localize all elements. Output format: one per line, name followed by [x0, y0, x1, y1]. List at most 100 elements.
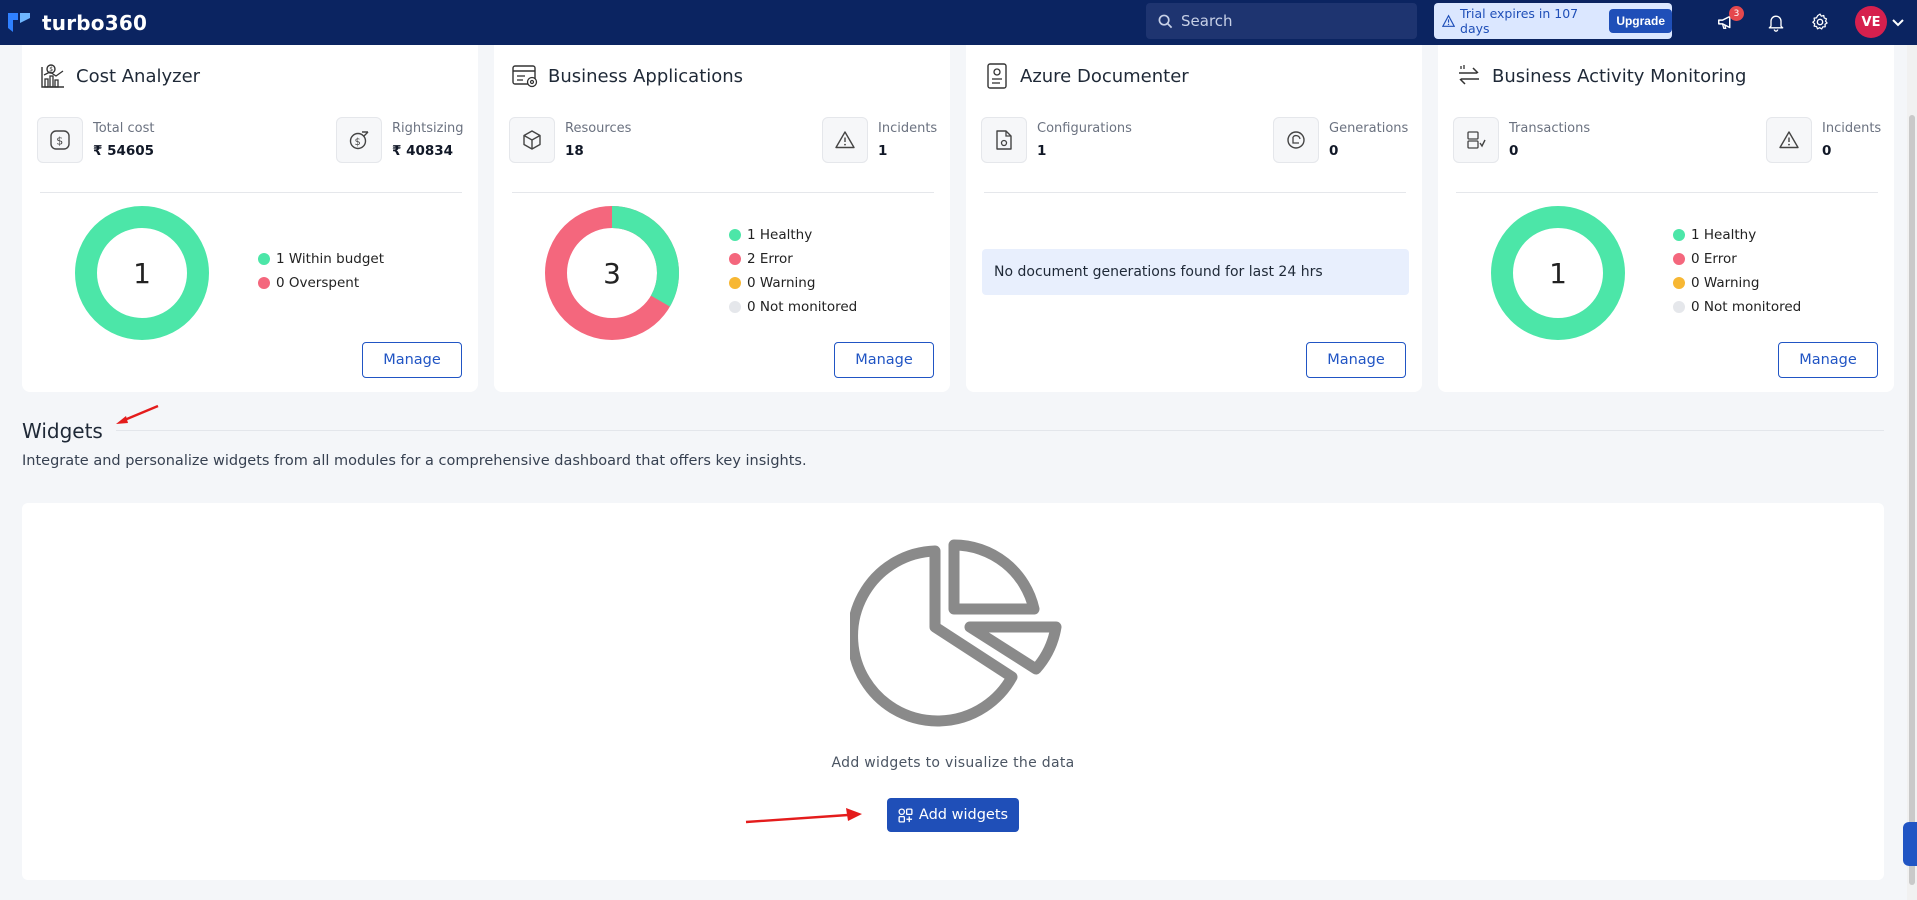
azure-documenter-card: Azure Documenter Configurations 1 Genera… [966, 45, 1422, 392]
stat-value: 0 [1822, 143, 1832, 159]
annotation-arrow-icon [116, 404, 159, 424]
stat-value: ₹ 54605 [93, 143, 155, 159]
transactions-icon [1453, 117, 1499, 163]
settings-button[interactable] [1806, 8, 1834, 36]
divider [40, 192, 462, 193]
card-header: $ Cost Analyzer [38, 61, 200, 91]
dollar-icon: $ [37, 117, 83, 163]
business-applications-icon [510, 61, 540, 91]
search-placeholder: Search [1181, 12, 1233, 30]
business-applications-card: Business Applications Resources 18 Incid… [494, 45, 950, 392]
manage-button[interactable]: Manage [1778, 342, 1878, 378]
incidents-stat: Incidents 0 [1766, 117, 1881, 163]
legend-item: 2 Error [729, 247, 857, 271]
configurations-stat: Configurations 1 [981, 117, 1132, 163]
legend-item: 0 Overspent [258, 271, 384, 295]
stat-label: Configurations [1037, 121, 1132, 136]
search-input[interactable]: Search [1146, 3, 1417, 39]
budget-legend: 1 Within budget 0 Overspent [258, 247, 384, 295]
card-title: Azure Documenter [1020, 65, 1189, 87]
turbo360-logo-icon [8, 12, 30, 32]
legend-item: 0 Not monitored [1673, 295, 1801, 319]
widgets-panel: Add widgets to visualize the data Add wi… [22, 503, 1884, 880]
announcements-button[interactable]: 3 [1713, 6, 1744, 36]
gear-icon [1812, 13, 1828, 30]
card-title: Business Activity Monitoring [1492, 65, 1747, 87]
card-header: Business Applications [510, 61, 743, 91]
business-activity-icon [1454, 61, 1484, 91]
notifications-button[interactable] [1762, 8, 1790, 36]
chevron-down-icon[interactable] [1890, 14, 1906, 30]
no-generations-message: No document generations found for last 2… [982, 249, 1409, 295]
generations-icon [1273, 117, 1319, 163]
cost-analyzer-icon: $ [38, 61, 68, 91]
svg-text:$: $ [355, 137, 361, 148]
brand[interactable]: turbo360 [6, 10, 147, 36]
stat-value: 1 [878, 143, 888, 159]
trial-text: Trial expires in 107 days [1460, 6, 1579, 36]
resources-stat: Resources 18 [509, 117, 631, 163]
budget-donut-chart: 1 [75, 206, 209, 340]
add-widgets-button[interactable]: Add widgets [887, 798, 1019, 832]
warning-icon [1766, 117, 1812, 163]
divider [1456, 192, 1878, 193]
empty-state-message: Add widgets to visualize the data [831, 755, 1075, 771]
donut-total: 1 [1549, 257, 1567, 290]
card-title: Cost Analyzer [76, 65, 201, 87]
stat-label: Incidents [1822, 121, 1882, 136]
warning-icon [1442, 14, 1456, 27]
transactions-stat: Transactions 0 [1453, 117, 1590, 163]
pie-chart-icon [850, 539, 1062, 727]
manage-button[interactable]: Manage [362, 342, 462, 378]
stat-value: 18 [565, 143, 584, 159]
legend-item: 0 Warning [1673, 271, 1801, 295]
manage-button[interactable]: Manage [834, 342, 934, 378]
legend-item: 0 Error [1673, 247, 1801, 271]
stat-value: ₹ 40834 [392, 143, 454, 159]
scrollbar-thumb[interactable] [1909, 115, 1915, 885]
warning-icon [822, 117, 868, 163]
stat-label: Incidents [878, 121, 938, 136]
manage-button[interactable]: Manage [1306, 342, 1406, 378]
stat-label: Resources [565, 121, 632, 136]
avatar[interactable]: VE [1855, 6, 1887, 38]
annotation-arrow-icon [745, 808, 862, 824]
legend-item: 1 Healthy [729, 223, 857, 247]
rightsizing-stat: $ Rightsizing ₹ 40834 [336, 117, 464, 163]
add-widgets-label: Add widgets [918, 807, 1009, 823]
divider [984, 192, 1406, 193]
card-header: Azure Documenter [982, 61, 1189, 91]
svg-text:$: $ [56, 135, 63, 148]
card-title: Business Applications [548, 65, 744, 87]
donut-total: 1 [133, 257, 151, 290]
total-cost-stat: $ Total cost ₹ 54605 [37, 117, 154, 163]
stat-value: 0 [1329, 143, 1339, 159]
legend-item: 0 Warning [729, 271, 857, 295]
legend-item: 0 Not monitored [729, 295, 857, 319]
cube-icon [509, 117, 555, 163]
stat-label: Transactions [1509, 121, 1591, 136]
health-legend: 1 Healthy 2 Error 0 Warning 0 Not monito… [729, 223, 857, 319]
cost-analyzer-card: $ Cost Analyzer $ Total cost ₹ 54605 $ R… [22, 45, 478, 392]
brand-name: turbo360 [42, 10, 148, 35]
widgets-description: Integrate and personalize widgets from a… [22, 453, 807, 469]
health-donut-chart: 3 [545, 206, 679, 340]
generations-stat: Generations 0 [1273, 117, 1408, 163]
stat-value: 1 [1037, 143, 1047, 159]
legend-item: 1 Healthy [1673, 223, 1801, 247]
side-panel-tab[interactable] [1903, 822, 1917, 866]
azure-documenter-icon [982, 61, 1012, 91]
rightsizing-icon: $ [336, 117, 382, 163]
stat-label: Generations [1329, 121, 1409, 136]
upgrade-button[interactable]: Upgrade [1609, 9, 1672, 33]
card-header: Business Activity Monitoring [1454, 61, 1746, 91]
business-activity-monitoring-card: Business Activity Monitoring Transaction… [1438, 45, 1894, 392]
stat-value: 0 [1509, 143, 1519, 159]
search-icon [1158, 14, 1173, 28]
widgets-title: Widgets [22, 419, 103, 443]
document-settings-icon [981, 117, 1027, 163]
widgets-icon [898, 807, 913, 823]
activity-legend: 1 Healthy 0 Error 0 Warning 0 Not monito… [1673, 223, 1801, 319]
top-bar: turbo360 Search Trial expires in 107 day… [0, 0, 1917, 45]
divider [116, 430, 1884, 431]
